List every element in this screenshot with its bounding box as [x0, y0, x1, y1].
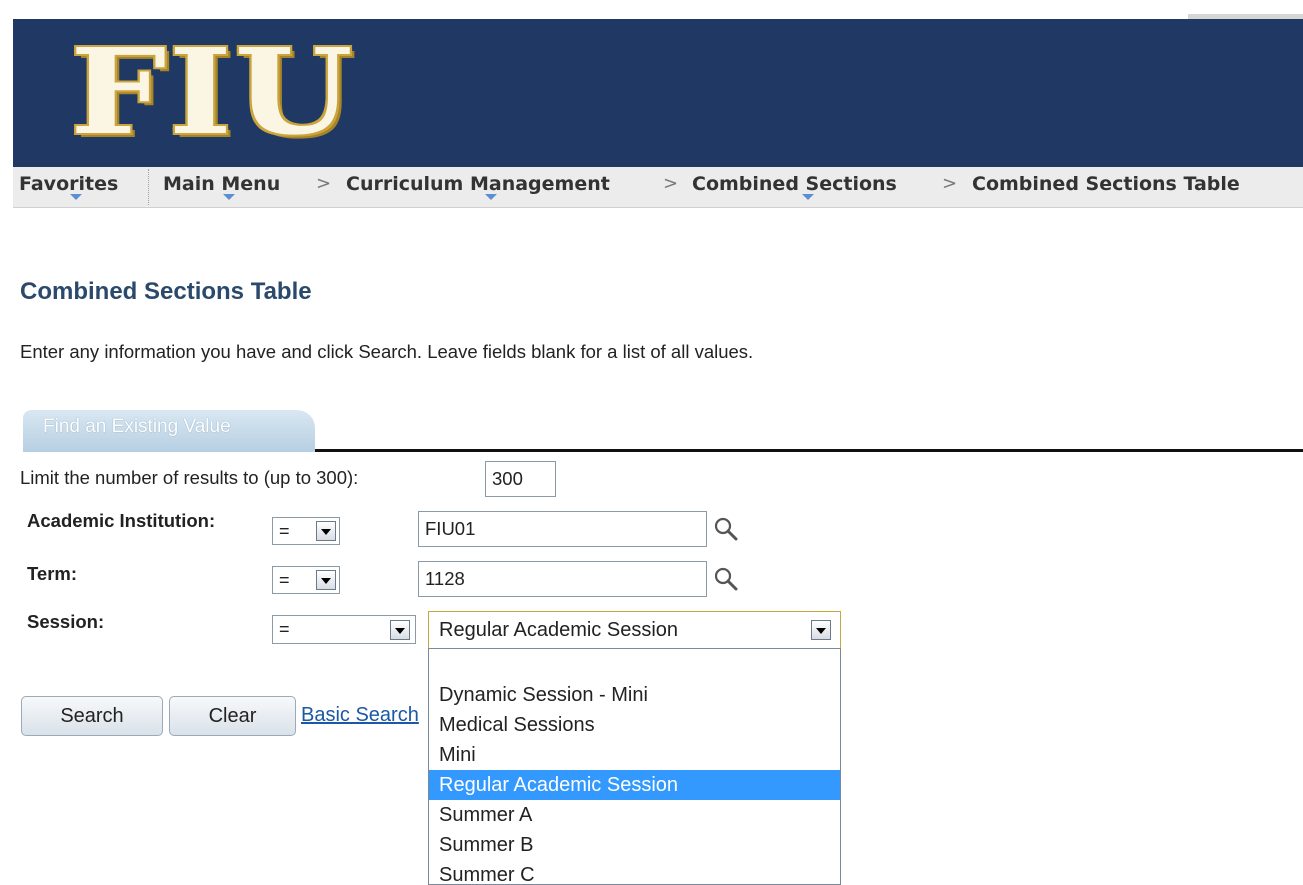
- limit-results-input[interactable]: 300: [485, 461, 556, 497]
- favorites-dropdown-icon[interactable]: [70, 194, 82, 200]
- session-dropdown-list[interactable]: Dynamic Session - Mini Medical Sessions …: [428, 648, 841, 885]
- tab-underline: [315, 449, 1303, 452]
- header-banner: FIU: [13, 19, 1303, 167]
- session-option[interactable]: [429, 650, 840, 680]
- session-option[interactable]: Dynamic Session - Mini: [429, 680, 840, 710]
- session-option[interactable]: Summer C: [429, 860, 840, 884]
- nav-main-menu[interactable]: Main Menu: [163, 170, 280, 198]
- nav-curriculum-management[interactable]: Curriculum Management: [346, 170, 610, 198]
- session-option[interactable]: Medical Sessions: [429, 710, 840, 740]
- main-menu-dropdown-icon[interactable]: [223, 194, 235, 200]
- nav-divider: [148, 169, 150, 205]
- academic-institution-label: Academic Institution:: [27, 510, 216, 531]
- nav-combined-sections-table[interactable]: Combined Sections Table: [972, 170, 1240, 198]
- nav-combined-sections[interactable]: Combined Sections: [692, 170, 897, 198]
- term-lookup-icon[interactable]: [712, 565, 740, 593]
- search-button[interactable]: Search: [21, 696, 163, 736]
- breadcrumb-separator: >: [663, 173, 679, 194]
- clear-button[interactable]: Clear: [169, 696, 296, 736]
- term-operator-value: =: [279, 570, 290, 590]
- combined-sections-dropdown-icon[interactable]: [802, 194, 814, 200]
- session-operator-value: =: [279, 619, 290, 639]
- session-operator-dropdown-icon[interactable]: [390, 620, 410, 640]
- navigation-bar: Favorites Main Menu > Curriculum Managem…: [13, 167, 1303, 208]
- tab-find-existing-value[interactable]: Find an Existing Value: [23, 410, 315, 452]
- session-option[interactable]: Mini: [429, 740, 840, 770]
- breadcrumb-separator: >: [942, 173, 958, 194]
- term-operator-dropdown-icon[interactable]: [316, 570, 336, 590]
- session-option[interactable]: Summer B: [429, 830, 840, 860]
- session-dropdown-icon[interactable]: [811, 620, 831, 640]
- limit-results-label: Limit the number of results to (up to 30…: [20, 467, 359, 488]
- breadcrumb-separator: >: [316, 173, 332, 194]
- instructions-text: Enter any information you have and click…: [20, 341, 754, 362]
- institution-lookup-icon[interactable]: [712, 515, 740, 543]
- fiu-logo: FIU: [70, 22, 356, 161]
- basic-search-link[interactable]: Basic Search: [301, 704, 419, 727]
- session-option-selected[interactable]: Regular Academic Session: [429, 770, 840, 800]
- curriculum-dropdown-icon[interactable]: [485, 194, 497, 200]
- term-label: Term:: [27, 563, 78, 584]
- institution-operator-value: =: [279, 521, 290, 541]
- nav-favorites[interactable]: Favorites: [19, 170, 118, 198]
- institution-operator-dropdown-icon[interactable]: [316, 521, 336, 541]
- page-title: Combined Sections Table: [20, 278, 312, 305]
- term-input[interactable]: 1128: [418, 561, 707, 597]
- tab-label: Find an Existing Value: [43, 416, 231, 437]
- session-label: Session:: [27, 611, 105, 632]
- session-option[interactable]: Summer A: [429, 800, 840, 830]
- session-select[interactable]: Regular Academic Session: [428, 611, 841, 649]
- institution-input[interactable]: FIU01: [418, 511, 707, 547]
